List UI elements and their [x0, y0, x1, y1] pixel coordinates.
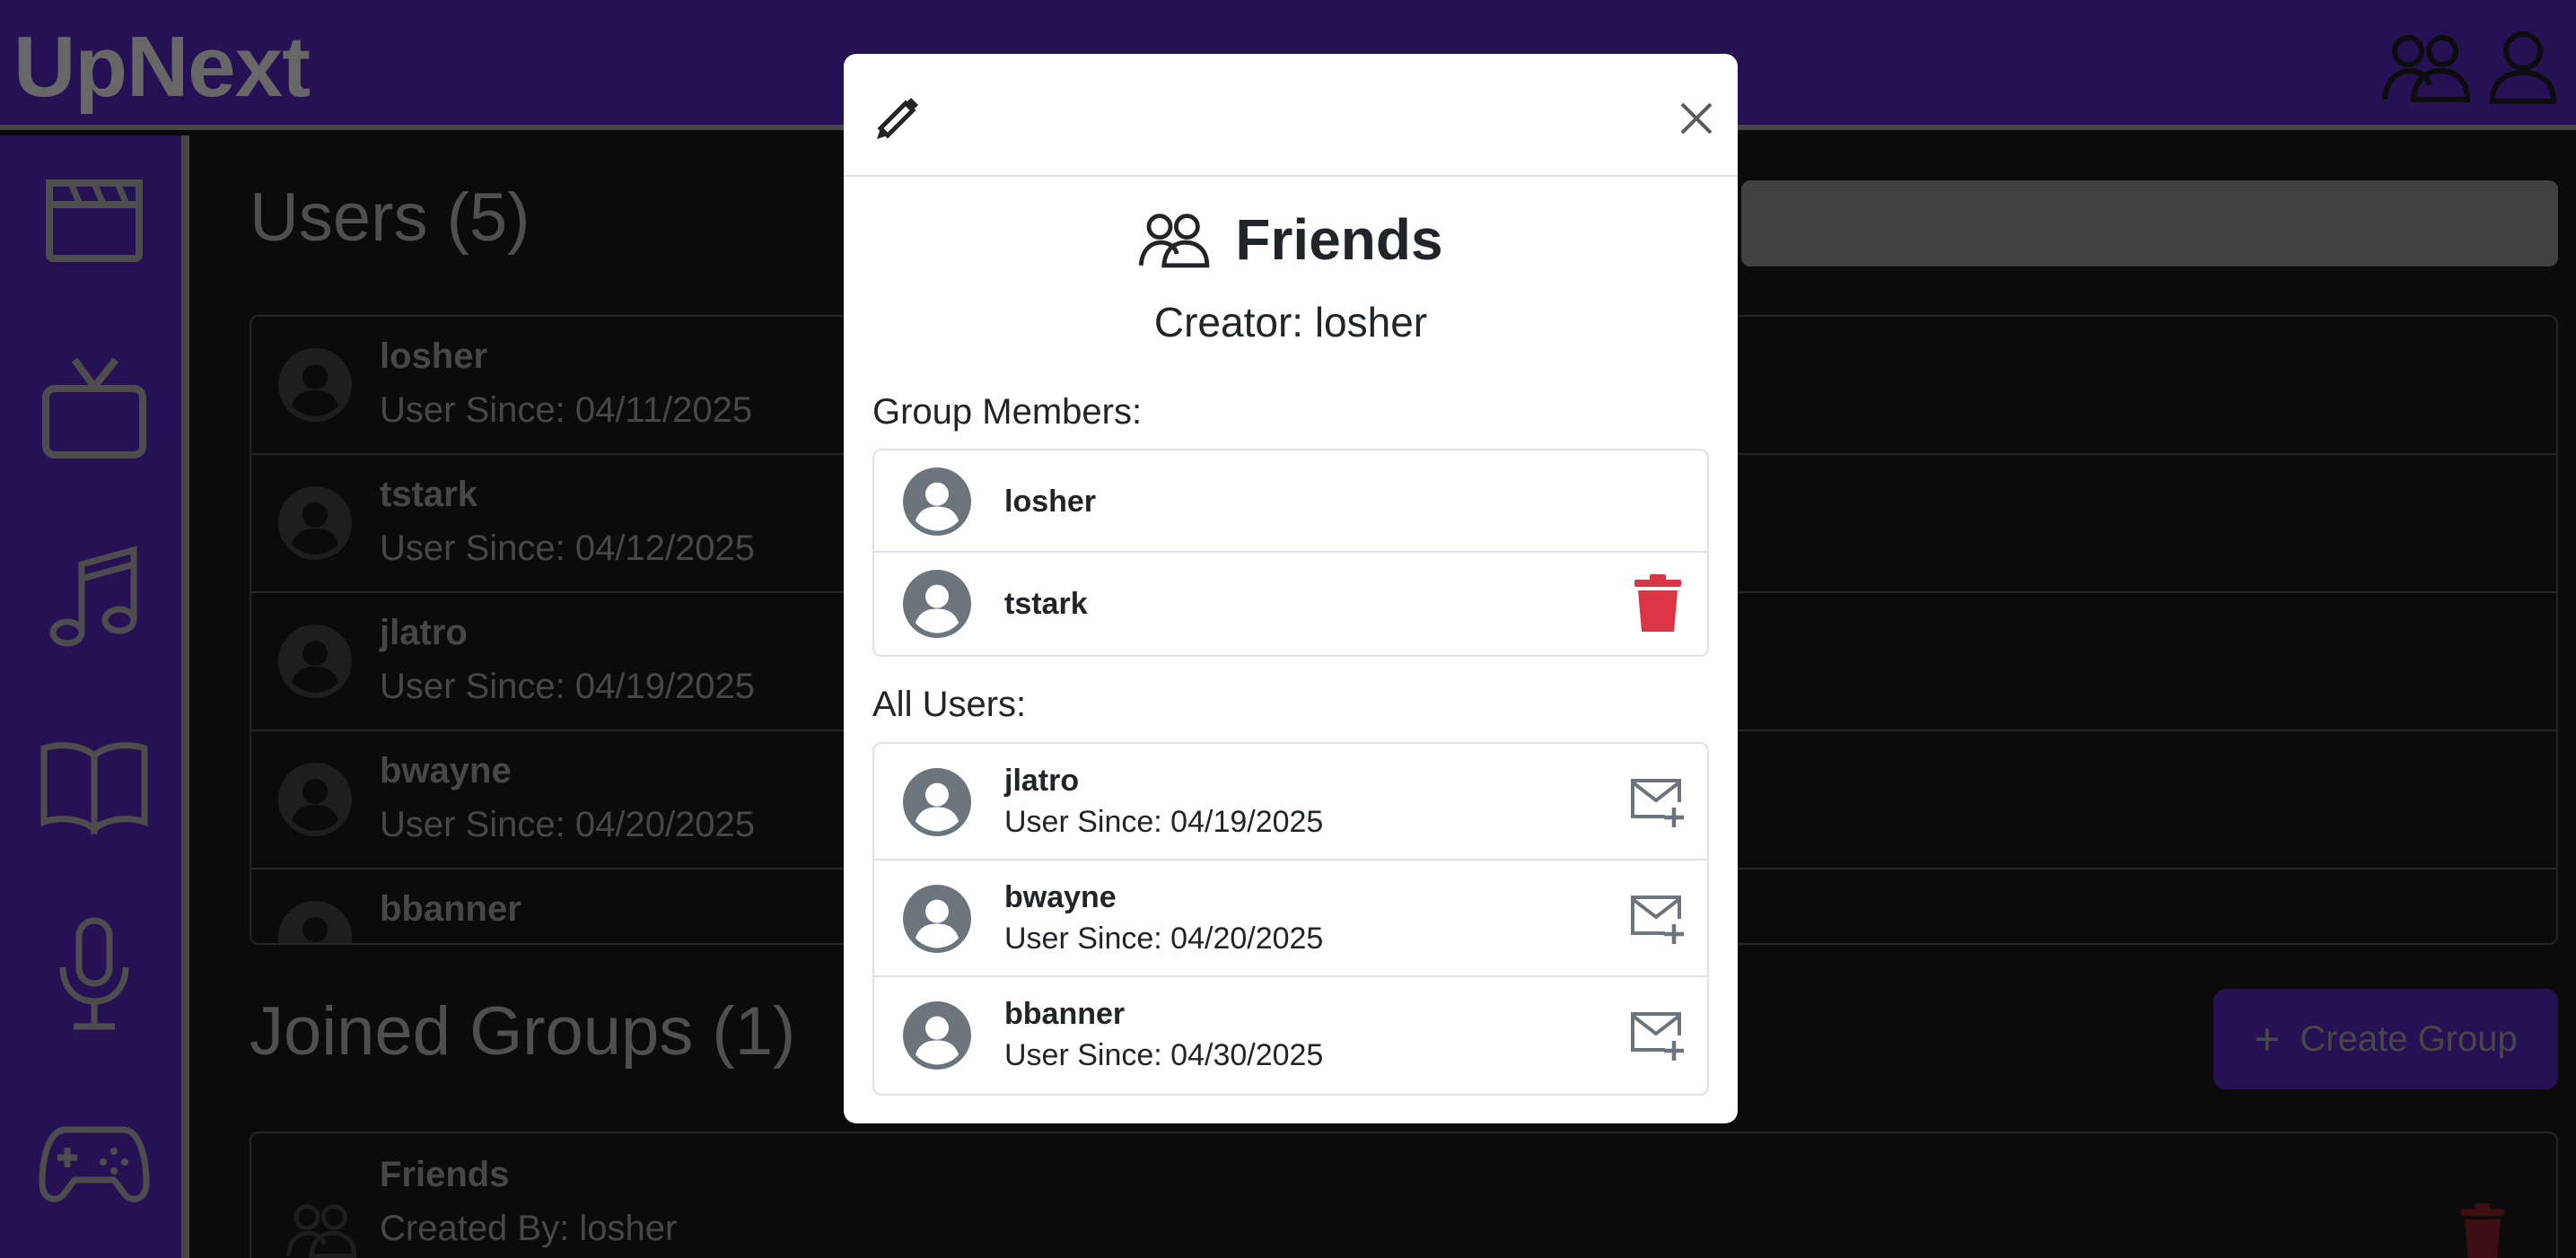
pencil-icon — [877, 98, 918, 139]
member-name: tstark — [1004, 587, 1088, 621]
avatar-icon — [903, 467, 971, 536]
mail-plus-icon — [1631, 1012, 1684, 1061]
list-item: bbanner User Since: 04/30/2025 — [874, 977, 1707, 1094]
edit-group-button[interactable] — [871, 92, 924, 145]
members-label: Group Members: — [872, 392, 1143, 432]
group-modal: Friends Creator: losher Group Members: l… — [844, 54, 1738, 1123]
invite-user-button[interactable] — [1626, 771, 1689, 834]
member-name: losher — [1004, 485, 1097, 519]
invite-user-button[interactable] — [1626, 887, 1689, 950]
user-since: User Since: 04/19/2025 — [1004, 805, 1324, 839]
user-name: bwayne — [1004, 880, 1117, 914]
members-list: losher tstark — [872, 449, 1709, 657]
avatar-icon — [903, 885, 971, 953]
all-users-label: All Users: — [872, 685, 1027, 724]
trash-icon — [1634, 574, 1681, 632]
user-name: bbanner — [1004, 997, 1126, 1031]
modal-header — [844, 54, 1738, 177]
invite-user-button[interactable] — [1626, 1004, 1689, 1067]
user-since: User Since: 04/20/2025 — [1004, 922, 1324, 956]
close-icon — [1680, 102, 1713, 135]
member-row: tstark — [874, 553, 1707, 655]
modal-title-row: Friends — [844, 206, 1738, 273]
member-row: losher — [874, 450, 1707, 553]
avatar-icon — [903, 768, 971, 836]
list-item: bwayne User Since: 04/20/2025 — [874, 861, 1707, 977]
mail-plus-icon — [1631, 779, 1684, 827]
user-since: User Since: 04/30/2025 — [1004, 1038, 1324, 1072]
group-creator: Creator: losher — [1153, 299, 1428, 345]
modal-title: Friends — [1235, 207, 1443, 272]
avatar-icon — [903, 1001, 971, 1070]
mail-plus-icon — [1631, 895, 1684, 944]
all-users-list: jlatro User Since: 04/19/2025 bwayne Use… — [872, 742, 1709, 1096]
avatar-icon — [903, 570, 971, 638]
people-icon — [1139, 214, 1210, 268]
remove-member-button[interactable] — [1626, 572, 1689, 635]
close-modal-button[interactable] — [1669, 92, 1723, 145]
list-item: jlatro User Since: 04/19/2025 — [874, 744, 1707, 861]
user-name: jlatro — [1004, 764, 1080, 798]
